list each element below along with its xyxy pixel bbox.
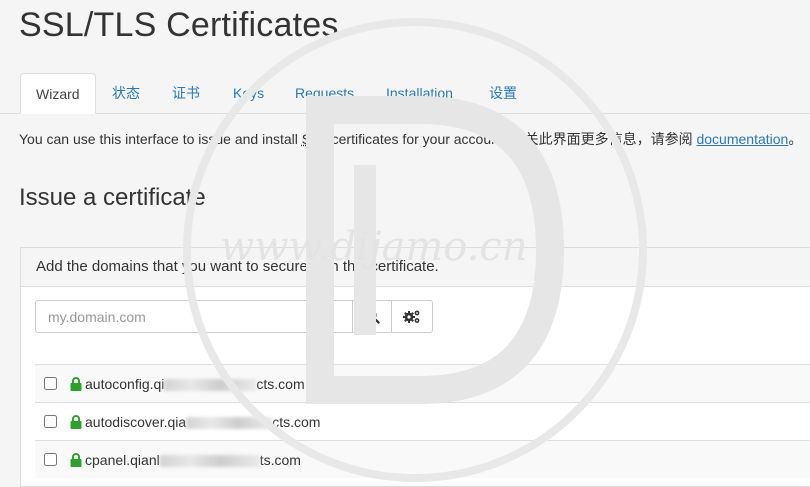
- search-options-button[interactable]: [392, 300, 433, 333]
- tab-wizard[interactable]: Wizard: [20, 73, 96, 114]
- domain-row: autoconfig.qi cts.com: [35, 364, 810, 402]
- redacted-text: [186, 416, 273, 429]
- domain-name: autodiscover.qia cts.com: [85, 414, 320, 430]
- panel-heading: Add the domains that you want to secure …: [21, 248, 810, 287]
- domain-list: autoconfig.qi cts.com autodiscover.qia cts…: [35, 364, 810, 478]
- tab-requests[interactable]: Requests: [280, 73, 369, 114]
- intro-prefix: You can use this interface to issue and …: [19, 131, 302, 147]
- tab-certificates[interactable]: 证书: [157, 73, 215, 114]
- documentation-link[interactable]: documentation: [696, 131, 788, 147]
- intro-middle: certificates for your account. 有关此界面更多信息…: [327, 131, 697, 147]
- redacted-text: [159, 454, 260, 467]
- domain-name-suffix: ts.com: [259, 451, 301, 468]
- tab-installation[interactable]: Installation: [371, 73, 468, 114]
- issue-panel: Add the domains that you want to secure …: [20, 247, 810, 487]
- domain-search-input[interactable]: [35, 300, 353, 333]
- search-button[interactable]: [353, 300, 392, 333]
- domain-name-suffix: cts.com: [272, 413, 321, 430]
- lock-icon: [70, 452, 82, 467]
- lock-icon: [70, 376, 82, 391]
- tab-bar: Wizard 状态 证书 Keys Requests Installation …: [0, 73, 810, 114]
- tab-keys[interactable]: Keys: [218, 73, 279, 114]
- domain-name-prefix: autoconfig.qi: [85, 375, 165, 392]
- search-icon: [365, 309, 380, 324]
- domain-checkbox[interactable]: [44, 415, 57, 428]
- ssl-abbr: SSL: [301, 131, 328, 147]
- intro-suffix: 。: [788, 131, 803, 147]
- domain-name-prefix: autodiscover.qia: [85, 413, 187, 430]
- domain-checkbox[interactable]: [44, 377, 57, 390]
- tab-settings[interactable]: 设置: [474, 73, 532, 114]
- redacted-text: [164, 378, 257, 391]
- domain-row: autodiscover.qia cts.com: [35, 402, 810, 440]
- domain-search-group: [35, 300, 433, 333]
- page-title: SSL/TLS Certificates: [19, 6, 339, 44]
- domain-name-prefix: cpanel.qianl: [85, 451, 160, 468]
- domain-name: autoconfig.qi cts.com: [85, 376, 305, 392]
- tab-status[interactable]: 状态: [97, 73, 155, 114]
- lock-icon: [70, 414, 82, 429]
- domain-checkbox[interactable]: [44, 453, 57, 466]
- domain-name: cpanel.qianl ts.com: [85, 452, 301, 468]
- issue-heading: Issue a certificate: [19, 184, 206, 211]
- domain-row: cpanel.qianl ts.com: [35, 440, 810, 478]
- domain-name-suffix: cts.com: [256, 375, 305, 392]
- cogs-icon: [403, 310, 420, 323]
- intro-text: You can use this interface to issue and …: [19, 129, 802, 149]
